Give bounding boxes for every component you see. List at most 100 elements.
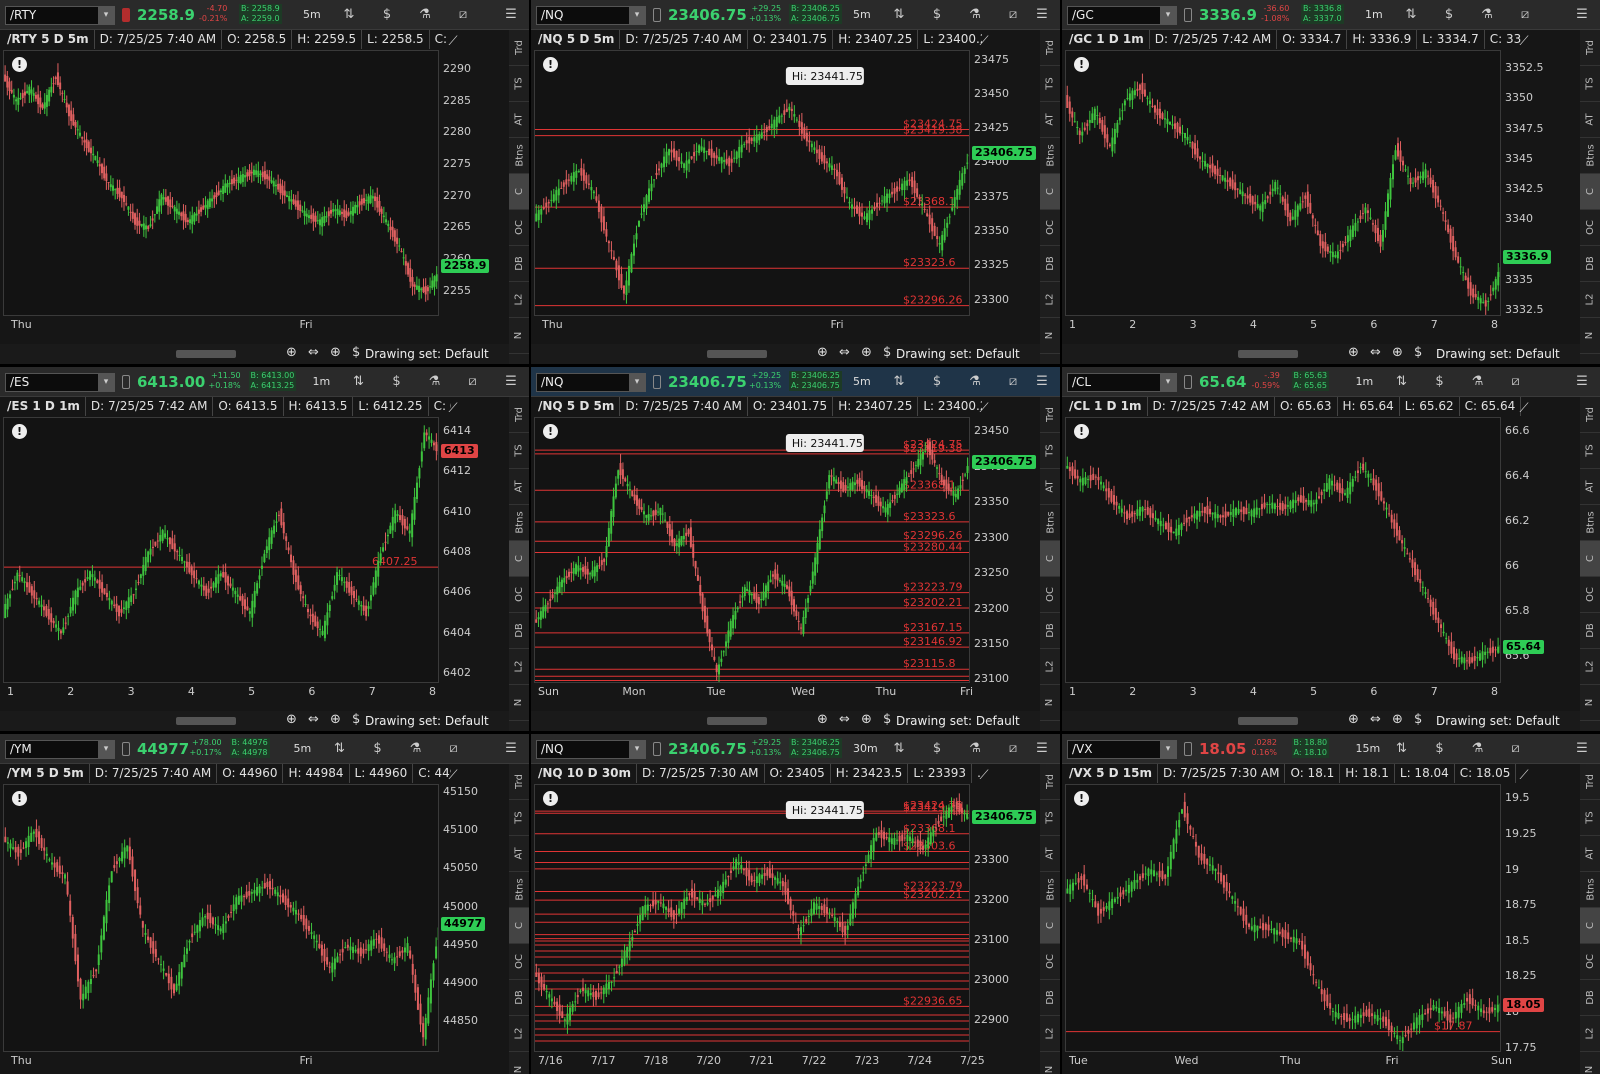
price-chart[interactable]: !: [3, 50, 439, 316]
side-tab-c[interactable]: C: [1040, 174, 1060, 210]
zoom-icon[interactable]: ⊕: [1348, 345, 1359, 360]
side-tab-n[interactable]: N: [1040, 318, 1060, 354]
price-icon[interactable]: $: [352, 712, 360, 727]
side-tab-c[interactable]: C: [509, 174, 529, 210]
menu-icon[interactable]: ☰: [1032, 372, 1052, 392]
side-tab-ts[interactable]: TS: [1580, 800, 1600, 836]
side-tab-c[interactable]: C: [1040, 541, 1060, 577]
side-tab-trd[interactable]: Trd: [1580, 764, 1600, 800]
side-tab-c[interactable]: C: [1580, 908, 1600, 944]
drawings-icon[interactable]: ⧄: [1506, 372, 1526, 392]
side-tab-at[interactable]: AT: [509, 469, 529, 505]
timeframe-button[interactable]: 5m: [853, 8, 871, 21]
side-tab-c[interactable]: C: [509, 908, 529, 944]
side-tab-ts[interactable]: TS: [1040, 800, 1060, 836]
side-tab-l2[interactable]: L2: [509, 649, 529, 685]
side-tab-btns[interactable]: Btns: [509, 138, 529, 174]
style-icon[interactable]: ⇅: [889, 5, 909, 25]
studies-flask-icon[interactable]: ⚗: [1468, 372, 1488, 392]
chevron-down-icon[interactable]: ▾: [629, 741, 645, 758]
studies-flask-icon[interactable]: ⚗: [406, 739, 426, 759]
side-tab-at[interactable]: AT: [1040, 102, 1060, 138]
side-tab-n[interactable]: N: [1580, 1052, 1600, 1074]
menu-icon[interactable]: ☰: [1572, 372, 1592, 392]
crosshair-icon[interactable]: ⊕: [330, 345, 341, 360]
drawing-set-label[interactable]: Drawing set: Default: [896, 347, 1020, 361]
side-tab-db[interactable]: DB: [509, 613, 529, 649]
studies-flask-icon[interactable]: ⚗: [415, 5, 435, 25]
crosshair-icon[interactable]: ⊕: [1392, 345, 1403, 360]
dollar-icon[interactable]: $: [927, 372, 947, 392]
horizontal-scrollbar[interactable]: [1068, 715, 1328, 726]
menu-icon[interactable]: ☰: [501, 739, 521, 759]
side-tab-c[interactable]: C: [1580, 541, 1600, 577]
chevron-down-icon[interactable]: ▾: [629, 7, 645, 24]
symbol-selector[interactable]: /YM ▾: [5, 740, 115, 759]
studies-flask-icon[interactable]: ⚗: [1468, 739, 1488, 759]
link-icon[interactable]: [122, 8, 130, 22]
dollar-icon[interactable]: $: [1439, 5, 1459, 25]
price-chart[interactable]: !: [1065, 50, 1501, 316]
dollar-icon[interactable]: $: [377, 5, 397, 25]
studies-flask-icon[interactable]: ⚗: [425, 372, 445, 392]
price-chart[interactable]: !: [3, 784, 439, 1052]
side-tab-l2[interactable]: L2: [1040, 649, 1060, 685]
drawings-icon[interactable]: ⧄: [1003, 372, 1023, 392]
scrollbar-thumb[interactable]: [176, 350, 236, 358]
price-icon[interactable]: $: [352, 345, 360, 360]
pan-icon[interactable]: ⇔: [839, 345, 850, 360]
side-tab-l2[interactable]: L2: [1580, 649, 1600, 685]
drawing-set-label[interactable]: Drawing set: Default: [896, 714, 1020, 728]
timeframe-button[interactable]: 5m: [294, 742, 312, 755]
timeframe-button[interactable]: 30m: [853, 742, 878, 755]
pan-icon[interactable]: ⇔: [308, 712, 319, 727]
drawings-icon[interactable]: ⧄: [463, 372, 483, 392]
style-icon[interactable]: ⇅: [339, 5, 359, 25]
timeframe-button[interactable]: 5m: [853, 375, 871, 388]
side-tab-oc[interactable]: OC: [1040, 944, 1060, 980]
style-icon[interactable]: ⇅: [889, 739, 909, 759]
side-tab-btns[interactable]: Btns: [509, 505, 529, 541]
side-tab-l2[interactable]: L2: [1040, 282, 1060, 318]
alert-icon[interactable]: !: [543, 791, 558, 806]
pan-icon[interactable]: ⇔: [839, 712, 850, 727]
symbol-selector[interactable]: /ES ▾: [5, 373, 115, 392]
horizontal-scrollbar[interactable]: [6, 348, 266, 359]
side-tab-db[interactable]: DB: [1040, 246, 1060, 282]
drawings-icon[interactable]: ⧄: [453, 5, 473, 25]
side-tab-l2[interactable]: L2: [1040, 1016, 1060, 1052]
side-tab-n[interactable]: N: [1040, 685, 1060, 721]
price-icon[interactable]: $: [1414, 712, 1422, 727]
side-tab-btns[interactable]: Btns: [1040, 138, 1060, 174]
side-tab-c[interactable]: C: [509, 541, 529, 577]
side-tab-oc[interactable]: OC: [1580, 577, 1600, 613]
crosshair-icon[interactable]: ⊕: [861, 712, 872, 727]
symbol-selector[interactable]: /GC ▾: [1067, 6, 1177, 25]
side-tab-btns[interactable]: Btns: [1040, 872, 1060, 908]
side-tab-l2[interactable]: L2: [509, 282, 529, 318]
side-tab-l2[interactable]: L2: [1580, 282, 1600, 318]
side-tab-n[interactable]: N: [1580, 318, 1600, 354]
drawings-icon[interactable]: ⧄: [444, 739, 464, 759]
side-tab-trd[interactable]: Trd: [1580, 30, 1600, 66]
alert-icon[interactable]: !: [543, 424, 558, 439]
alert-icon[interactable]: !: [543, 57, 558, 72]
chevron-down-icon[interactable]: ▾: [98, 7, 114, 24]
price-chart[interactable]: !: [1065, 417, 1501, 683]
timeframe-button[interactable]: 1m: [313, 375, 331, 388]
side-tab-c[interactable]: C: [1580, 174, 1600, 210]
side-tab-n[interactable]: N: [509, 318, 529, 354]
drawings-icon[interactable]: ⧄: [1515, 5, 1535, 25]
side-tab-db[interactable]: DB: [509, 980, 529, 1016]
side-tab-btns[interactable]: Btns: [509, 872, 529, 908]
horizontal-scrollbar[interactable]: [537, 715, 797, 726]
crosshair-icon[interactable]: ⊕: [861, 345, 872, 360]
drawing-tool-icon[interactable]: ⟋: [1514, 34, 1534, 50]
menu-icon[interactable]: ☰: [1572, 739, 1592, 759]
drawing-tool-icon[interactable]: ⟋: [1514, 401, 1534, 417]
alert-icon[interactable]: !: [12, 791, 27, 806]
price-chart[interactable]: $23424.75$23419.38$23368.1$23323.6$23296…: [534, 50, 970, 316]
style-icon[interactable]: ⇅: [1392, 372, 1412, 392]
symbol-selector[interactable]: /NQ ▾: [536, 740, 646, 759]
zoom-icon[interactable]: ⊕: [286, 345, 297, 360]
